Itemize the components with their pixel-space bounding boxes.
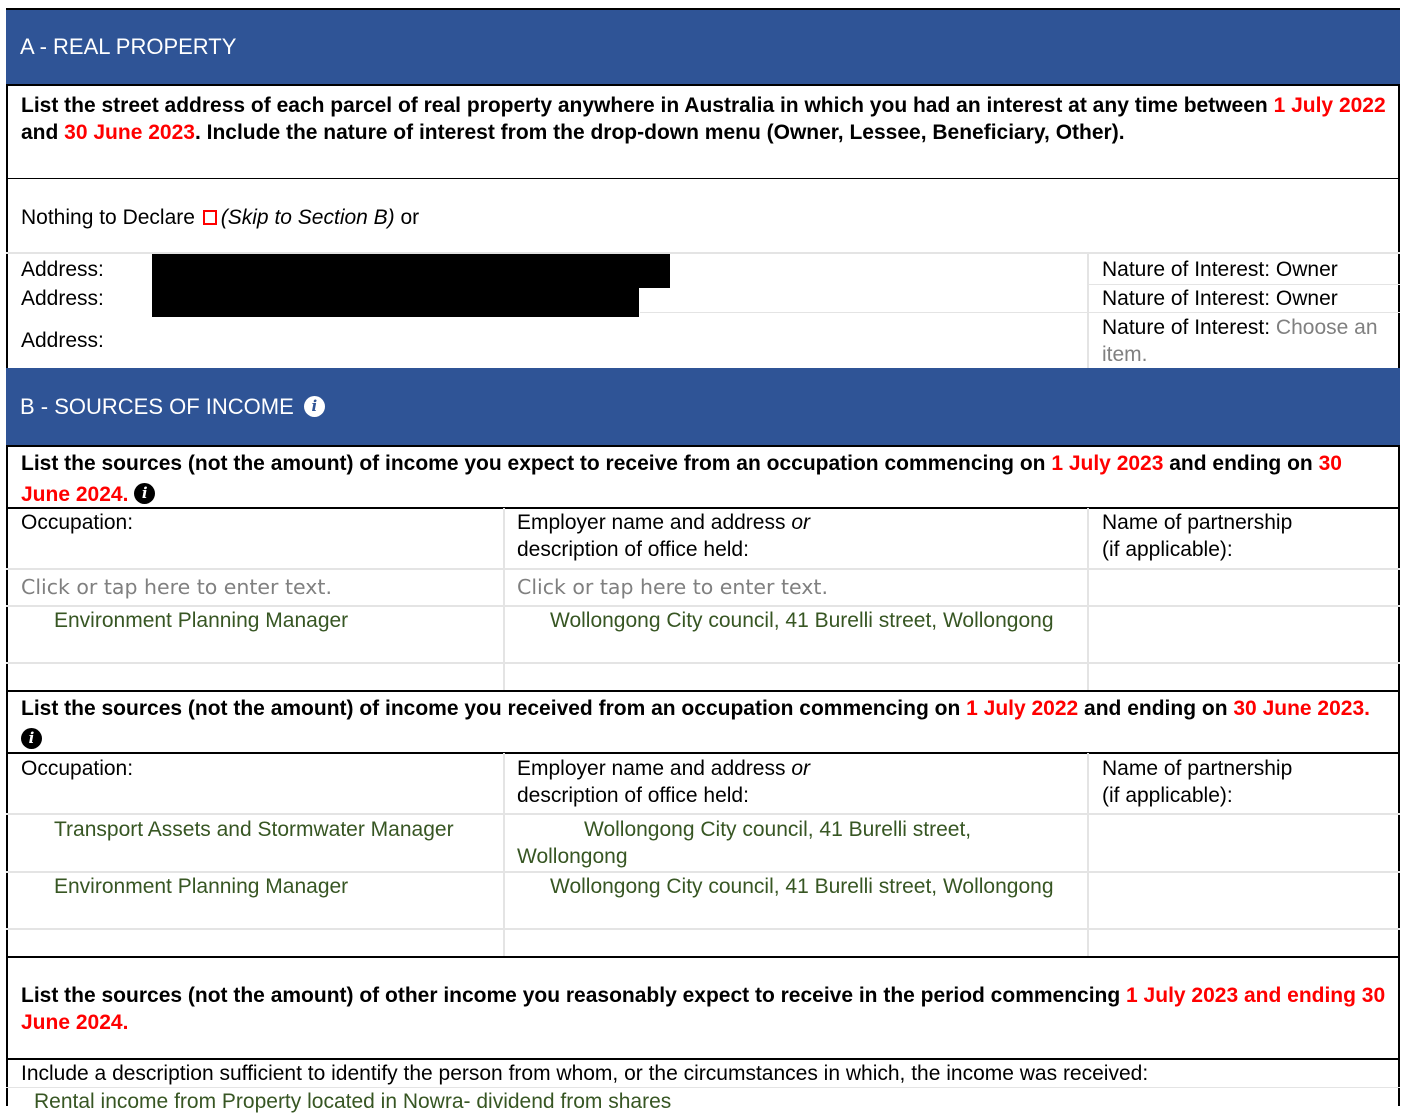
employer-value[interactable]: Wollongong City council, 41 Burelli stre…	[517, 873, 1077, 900]
description-instruction: Include a description sufficient to iden…	[21, 1062, 1149, 1085]
column-header-occupation: Occupation:	[21, 757, 134, 780]
row-divider	[6, 813, 1400, 815]
redacted-address	[152, 286, 639, 317]
description-value[interactable]: Rental income from Property located in N…	[21, 1088, 671, 1115]
expected-income-instruction: List the sources (not the amount) of inc…	[21, 452, 1342, 506]
column-divider	[1087, 252, 1089, 368]
nothing-to-declare-checkbox[interactable]	[202, 210, 217, 225]
redacted-address	[152, 254, 670, 288]
column-header-partnership: Name of partnership (if applicable):	[1102, 511, 1293, 561]
row-divider	[640, 312, 1400, 313]
column-header-partnership: Name of partnership (if applicable):	[1102, 757, 1293, 807]
nature-of-interest[interactable]: Nature of Interest: Choose an item.	[1102, 314, 1394, 368]
divider	[6, 84, 1400, 86]
occupation-value[interactable]: Environment Planning Manager	[21, 873, 491, 900]
divider	[6, 178, 1400, 179]
occupation-value[interactable]: Transport Assets and Stormwater Manager	[21, 816, 491, 843]
column-header-employer: Employer name and address or description …	[517, 511, 810, 561]
column-header-occupation: Occupation:	[21, 511, 134, 534]
divider	[6, 445, 1400, 447]
divider	[6, 690, 1400, 692]
row-divider	[6, 662, 1400, 664]
info-icon[interactable]: i	[134, 483, 156, 504]
section-a-title: A - REAL PROPERTY	[20, 34, 237, 59]
section-a-instruction: List the street address of each parcel o…	[21, 94, 1386, 144]
employer-value[interactable]: Wollongong City council, 41 Burelli stre…	[517, 607, 1077, 634]
column-divider	[503, 753, 505, 956]
column-divider	[1087, 753, 1089, 956]
row-divider	[6, 928, 1400, 930]
nothing-to-declare-row: Nothing to Declare (Skip to Section B) o…	[21, 206, 420, 229]
employer-value[interactable]: Wollongong City council, 41 Burelli stre…	[517, 816, 1077, 870]
section-b-title: B - SOURCES OF INCOME	[20, 393, 294, 419]
divider	[6, 752, 1400, 754]
address-label: Address:	[21, 258, 104, 281]
address-label: Address:	[21, 287, 104, 310]
row-divider	[6, 568, 1400, 570]
other-income-instruction: List the sources (not the amount) of oth…	[21, 984, 1386, 1034]
column-header-employer: Employer name and address or description …	[517, 757, 810, 807]
address-label: Address:	[21, 329, 104, 352]
occupation-input[interactable]: Click or tap here to enter text.	[21, 574, 332, 601]
section-b-header: B - SOURCES OF INCOME i	[6, 368, 1400, 445]
nature-of-interest[interactable]: Nature of Interest: Owner	[1102, 285, 1338, 312]
info-icon[interactable]: i	[21, 728, 42, 749]
divider	[6, 956, 1400, 958]
occupation-value[interactable]: Environment Planning Manager	[21, 607, 491, 634]
nature-of-interest[interactable]: Nature of Interest: Owner	[1102, 256, 1338, 283]
info-icon[interactable]: i	[303, 396, 325, 417]
received-income-instruction: List the sources (not the amount) of inc…	[21, 697, 1370, 749]
section-a-header: A - REAL PROPERTY	[6, 10, 1400, 84]
employer-input[interactable]: Click or tap here to enter text.	[517, 574, 828, 601]
